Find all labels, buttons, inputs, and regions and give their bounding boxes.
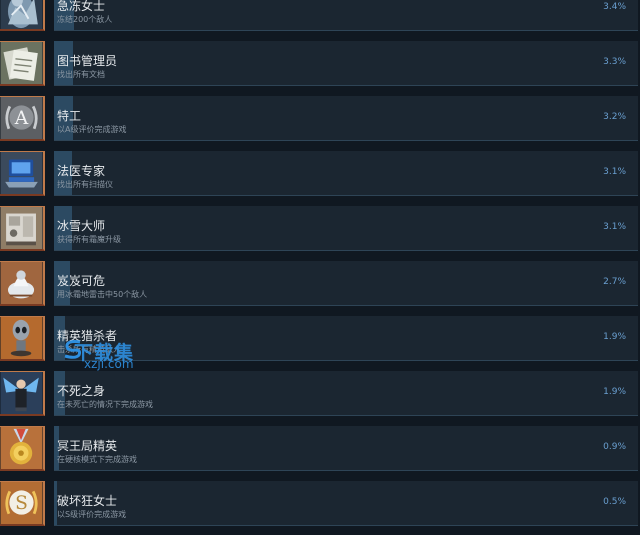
achievement-description: 找出所有扫描仪 bbox=[57, 180, 113, 189]
achievement-progress-bar: 冰雪大师 获得所有霜魔升级 3.1% bbox=[54, 206, 638, 251]
achievement-unlock-percent: 0.5% bbox=[603, 497, 626, 507]
achievement-title: 冥王局精英 bbox=[57, 439, 118, 453]
achievement-description: 以S级评价完成游戏 bbox=[57, 510, 127, 519]
achievement-progress-bar: 岌岌可危 用冰霜地雷击中50个敌人 2.7% bbox=[54, 261, 638, 306]
achievement-progress-bar: 图书管理员 找出所有文档 3.3% bbox=[54, 41, 638, 86]
grade-a-laurel-icon: A bbox=[0, 96, 45, 141]
achievement-row[interactable]: 岌岌可危 用冰霜地雷击中50个敌人 2.7% bbox=[0, 261, 640, 306]
achievement-unlock-percent: 3.1% bbox=[603, 167, 626, 177]
achievement-description: 冻结200个敌人 bbox=[57, 15, 113, 24]
svg-text:S: S bbox=[15, 493, 28, 514]
achievement-description: 在硬核模式下完成游戏 bbox=[57, 455, 137, 464]
achievement-row[interactable]: 不死之身 在未死亡的情况下完成游戏 1.9% bbox=[0, 371, 640, 416]
site-watermark: 下载集 xzji.com bbox=[62, 338, 152, 376]
svg-text:A: A bbox=[14, 108, 29, 129]
achievement-unlock-percent: 0.9% bbox=[603, 442, 626, 452]
achievement-description: 用冰霜地雷击中50个敌人 bbox=[57, 290, 148, 299]
achievement-progress-bar: 急冻女士 冻结200个敌人 3.4% bbox=[54, 0, 638, 31]
achievement-unlock-percent: 3.2% bbox=[603, 112, 626, 122]
achievement-row[interactable]: 冥王局精英 在硬核模式下完成游戏 0.9% bbox=[0, 426, 640, 471]
achievement-progress-bar: 冥王局精英 在硬核模式下完成游戏 0.9% bbox=[54, 426, 638, 471]
achievement-progress-bar: 不死之身 在未死亡的情况下完成游戏 1.9% bbox=[54, 371, 638, 416]
achievement-description: 以A级评价完成游戏 bbox=[57, 125, 127, 134]
achievement-progress-bar: 特工 以A级评价完成游戏 3.2% bbox=[54, 96, 638, 141]
grade-s-laurel-icon: S bbox=[0, 481, 45, 526]
frozen-figure-icon bbox=[0, 0, 45, 31]
alien-figure-icon bbox=[0, 316, 45, 361]
achievement-title: 冰雪大师 bbox=[57, 219, 106, 233]
achievement-title: 特工 bbox=[57, 109, 82, 123]
achievement-title: 岌岌可危 bbox=[57, 274, 106, 288]
achievement-title: 破坏狂女士 bbox=[57, 494, 118, 508]
achievement-row[interactable]: 法医专家 找出所有扫描仪 3.1% bbox=[0, 151, 640, 196]
achievement-unlock-percent: 2.7% bbox=[603, 277, 626, 287]
achievement-progress-bar: 破坏狂女士 以S级评价完成游戏 0.5% bbox=[54, 481, 638, 526]
watermark-site-url: xzji.com bbox=[84, 357, 134, 371]
achievement-row[interactable]: S 破坏狂女士 以S级评价完成游戏 0.5% bbox=[0, 481, 640, 526]
achievement-description: 获得所有霜魔升级 bbox=[57, 235, 121, 244]
achievement-title: 法医专家 bbox=[57, 164, 106, 178]
achievement-title: 不死之身 bbox=[57, 384, 106, 398]
winged-hero-icon bbox=[0, 371, 45, 416]
achievement-row[interactable]: 图书管理员 找出所有文档 3.3% bbox=[0, 41, 640, 86]
achievement-unlock-percent: 1.9% bbox=[603, 332, 626, 342]
achievement-unlock-percent: 3.1% bbox=[603, 222, 626, 232]
achievement-unlock-percent: 3.3% bbox=[603, 57, 626, 67]
achievement-row[interactable]: 冰雪大师 获得所有霜魔升级 3.1% bbox=[0, 206, 640, 251]
documents-icon bbox=[0, 41, 45, 86]
achievement-row[interactable]: A 特工 以A级评价完成游戏 3.2% bbox=[0, 96, 640, 141]
achievement-progress-bar: 法医专家 找出所有扫描仪 3.1% bbox=[54, 151, 638, 196]
achievement-title: 图书管理员 bbox=[57, 54, 118, 68]
frost-mine-icon bbox=[0, 261, 45, 306]
scanner-laptop-icon bbox=[0, 151, 45, 196]
achievement-row[interactable]: 急冻女士 冻结200个敌人 3.4% bbox=[0, 0, 640, 31]
achievement-description: 找出所有文档 bbox=[57, 70, 105, 79]
achievement-description: 在未死亡的情况下完成游戏 bbox=[57, 400, 153, 409]
achievement-unlock-percent: 1.9% bbox=[603, 387, 626, 397]
achievement-title: 急冻女士 bbox=[57, 0, 106, 13]
gold-medal-icon bbox=[0, 426, 45, 471]
achievement-unlock-percent: 3.4% bbox=[603, 2, 626, 12]
machine-icon bbox=[0, 206, 45, 251]
